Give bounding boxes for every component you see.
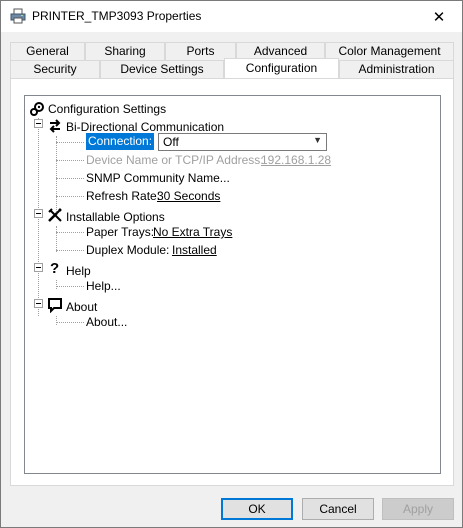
options-label: Installable Options xyxy=(66,210,165,224)
settings-gears-icon xyxy=(30,102,44,116)
tools-icon xyxy=(48,208,62,222)
tree-connector xyxy=(56,286,84,287)
tree-connector xyxy=(56,136,57,216)
tree-connector xyxy=(56,178,84,179)
help-item[interactable]: Help... xyxy=(86,278,121,294)
configuration-panel: Configuration Settings Bi-Directional Co… xyxy=(10,78,454,486)
settings-tree[interactable]: Configuration Settings Bi-Directional Co… xyxy=(24,95,441,474)
properties-dialog: PRINTER_TMP3093 Properties ✕ General Sha… xyxy=(0,0,463,528)
options-expander[interactable] xyxy=(34,209,43,218)
bidirectional-arrows-icon xyxy=(49,119,61,133)
tree-connector xyxy=(56,160,84,161)
tab-configuration[interactable]: Configuration xyxy=(224,58,339,78)
window-title: PRINTER_TMP3093 Properties xyxy=(32,9,202,23)
bidi-expander[interactable] xyxy=(34,119,43,128)
tab-sharing[interactable]: Sharing xyxy=(85,42,165,60)
tree-connector xyxy=(56,316,57,325)
question-mark-icon: ? xyxy=(50,260,60,277)
device-name-value: 192.168.1.28 xyxy=(261,153,332,167)
tree-connector xyxy=(56,226,57,252)
about-expander[interactable] xyxy=(34,299,43,308)
connection-label[interactable]: Connection: xyxy=(86,133,155,150)
device-name-label: Device Name or TCP/IP Address: xyxy=(86,153,264,167)
paper-trays-value[interactable]: No Extra Trays xyxy=(153,224,232,240)
ok-button[interactable]: OK xyxy=(221,498,293,520)
duplex-module-value[interactable]: Installed xyxy=(172,242,217,258)
chevron-down-icon: ▼ xyxy=(313,135,322,145)
speech-bubble-icon xyxy=(48,298,62,313)
refresh-rate-value[interactable]: 30 Seconds xyxy=(157,188,220,204)
tab-general[interactable]: General xyxy=(10,42,85,60)
title-bar[interactable]: PRINTER_TMP3093 Properties ✕ xyxy=(1,1,462,32)
tree-root-label: Configuration Settings xyxy=(48,102,167,116)
tree-connector xyxy=(56,250,84,251)
close-icon: ✕ xyxy=(432,8,446,26)
tree-connector xyxy=(56,232,84,233)
cancel-button[interactable]: Cancel xyxy=(302,498,374,520)
printer-icon xyxy=(10,8,26,24)
tree-connector xyxy=(56,196,84,197)
tab-administration[interactable]: Administration xyxy=(339,60,454,78)
tab-color-management[interactable]: Color Management xyxy=(325,42,454,60)
help-expander[interactable] xyxy=(34,263,43,272)
help-label: Help xyxy=(66,264,91,278)
about-label: About xyxy=(66,300,98,314)
tab-security[interactable]: Security xyxy=(10,60,100,78)
close-button[interactable]: ✕ xyxy=(416,1,462,32)
paper-trays-label[interactable]: Paper Trays: xyxy=(86,224,154,240)
connection-select[interactable]: Off ▼ xyxy=(158,133,327,151)
apply-button[interactable]: Apply xyxy=(382,498,454,520)
snmp-community-item[interactable]: SNMP Community Name... xyxy=(86,170,230,186)
tree-connector xyxy=(56,322,84,323)
duplex-module-label[interactable]: Duplex Module: xyxy=(86,242,169,258)
about-item[interactable]: About... xyxy=(86,314,127,330)
tree-connector xyxy=(56,280,57,289)
refresh-rate-label[interactable]: Refresh Rate: xyxy=(86,188,160,204)
tree-connector xyxy=(56,142,84,143)
tab-device-settings[interactable]: Device Settings xyxy=(100,60,224,78)
connection-select-value: Off xyxy=(163,135,179,149)
